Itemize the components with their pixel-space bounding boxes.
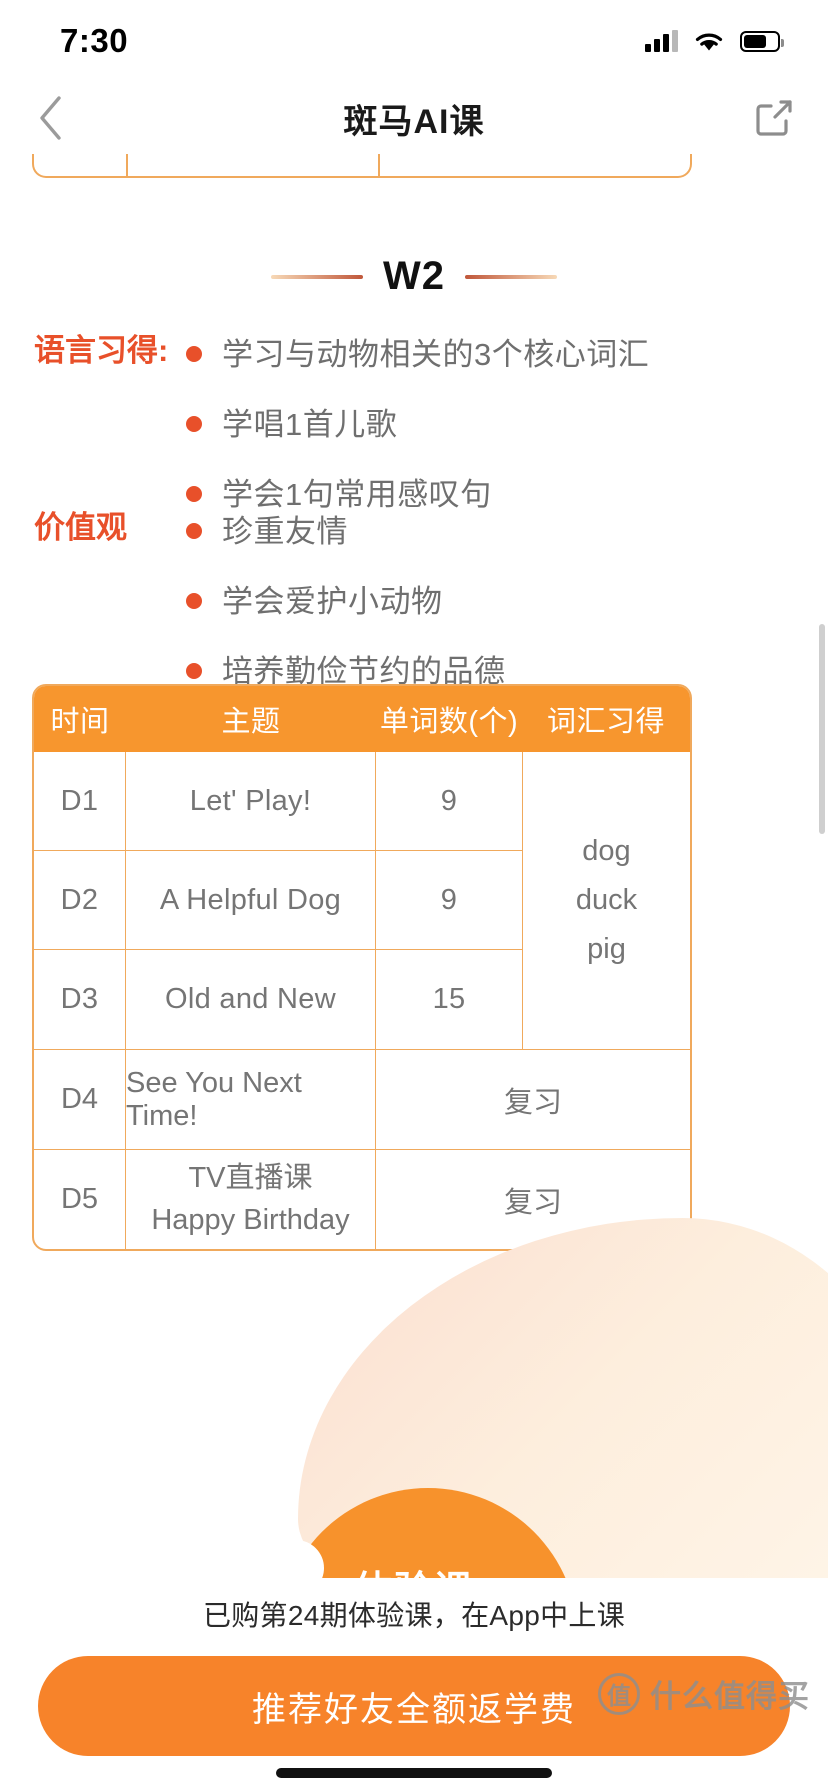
column-header-topic: 主题 xyxy=(221,706,281,738)
status-bar: 7:30 xyxy=(0,0,828,82)
section-bullet-list: 学习与动物相关的3个核心词汇 学唱1首儿歌 学会1句常用感叹句 xyxy=(186,332,828,516)
bullet-dot-icon xyxy=(186,662,202,679)
navigation-bar: 斑马AI课 xyxy=(0,82,828,154)
bullet-dot-icon xyxy=(186,523,202,539)
cell-day: D2 xyxy=(34,851,126,949)
section-heading: 价值观 xyxy=(34,510,127,545)
watermark: 值 什么值得买 xyxy=(598,1671,810,1716)
table-row: D2 A Helpful Dog 9 xyxy=(34,851,522,950)
cell-day: D5 xyxy=(34,1150,126,1249)
page-title: 斑马AI课 xyxy=(343,102,485,141)
list-item-label: 学会爱护小动物 xyxy=(222,583,443,619)
bullet-dot-icon xyxy=(186,485,202,502)
cellular-bars-icon xyxy=(645,30,678,52)
table-left-columns: D1 Let' Play! 9 D2 A Helpful Dog 9 D3 Ol… xyxy=(34,752,522,1049)
share-button[interactable] xyxy=(748,92,800,144)
vocabulary-word: dog xyxy=(582,835,631,867)
status-bar-time: 7:30 xyxy=(60,22,129,59)
vocabulary-word: duck xyxy=(575,884,638,916)
cell-word-count: 9 xyxy=(440,883,458,916)
vocabulary-word: pig xyxy=(587,933,626,965)
list-item-label: 珍重友情 xyxy=(222,514,348,549)
column-header-word-count: 单词数(个) xyxy=(379,706,519,738)
bullet-dot-icon xyxy=(186,592,202,609)
watermark-badge-icon: 值 xyxy=(598,1672,640,1715)
section-language-acquisition: 语言习得: 学习与动物相关的3个核心词汇 学唱1首儿歌 学会1句常用感叹句 xyxy=(0,332,828,516)
cell-word-count: 9 xyxy=(440,784,458,817)
cell-topic-line2: Happy Birthday xyxy=(151,1203,350,1236)
home-indicator xyxy=(276,1768,552,1778)
watermark-label: 什么值得买 xyxy=(650,1679,810,1714)
week-label: W2 xyxy=(383,254,445,298)
table-row: D3 Old and New 15 xyxy=(34,950,522,1049)
divider-line-right xyxy=(465,274,557,279)
scroll-content[interactable]: W2 语言习得: 学习与动物相关的3个核心词汇 学唱1首儿歌 学会1句常用感叹句 xyxy=(0,154,828,1578)
status-bar-icons xyxy=(645,29,784,54)
section-heading: 语言习得: xyxy=(34,333,169,368)
list-item: 珍重友情 xyxy=(186,511,828,553)
list-item: 学习与动物相关的3个核心词汇 xyxy=(186,334,828,376)
list-item-label: 学习与动物相关的3个核心词汇 xyxy=(222,337,650,372)
section-bullet-list: 珍重友情 学会爱护小动物 培养勤俭节约的品德 xyxy=(186,509,828,693)
divider-line-left xyxy=(271,274,363,279)
cell-topic: A Helpful Dog xyxy=(126,851,376,949)
cell-day: D1 xyxy=(34,752,126,850)
chevron-left-icon xyxy=(40,96,61,140)
table-row: D4 See You Next Time! 复习 xyxy=(34,1049,690,1149)
app-screen: 7:30 斑马AI课 W2 语言习得: 学习与动物相关的3个核心词汇 学唱1首儿… xyxy=(0,0,828,1792)
back-button[interactable] xyxy=(26,93,76,143)
list-item: 学唱1首儿歌 xyxy=(186,404,828,446)
table-header-row: 时间 主题 单词数(个) 词汇习得 xyxy=(34,686,690,752)
battery-icon xyxy=(740,30,784,52)
table-row: D1 Let' Play! 9 xyxy=(34,752,522,851)
list-item-label: 学唱1首儿歌 xyxy=(222,406,398,442)
cell-topic: Old and New xyxy=(126,950,376,1049)
bullet-dot-icon xyxy=(186,415,202,432)
cell-topic-line1: TV直播课 xyxy=(188,1161,313,1194)
table-body-upper: D1 Let' Play! 9 D2 A Helpful Dog 9 D3 Ol… xyxy=(34,752,690,1049)
weekly-schedule-table: 时间 主题 单词数(个) 词汇习得 D1 Let' Play! 9 D2 A H… xyxy=(32,684,692,1251)
cell-topic: Let' Play! xyxy=(126,752,376,850)
vertical-scrollbar[interactable] xyxy=(819,624,825,834)
cell-topic: TV直播课 Happy Birthday xyxy=(126,1150,376,1249)
wifi-icon xyxy=(695,32,723,50)
purchase-status-note: 已购第24期体验课，在App中上课 xyxy=(202,1600,626,1631)
list-item: 学会爱护小动物 xyxy=(186,581,828,623)
section-values: 价值观 珍重友情 学会爱护小动物 培养勤俭节约的品德 xyxy=(0,509,828,693)
cell-day: D3 xyxy=(34,950,126,1049)
column-header-time: 时间 xyxy=(50,706,110,738)
cell-word-count: 15 xyxy=(432,983,466,1015)
share-external-icon xyxy=(756,100,792,136)
column-header-vocabulary: 词汇习得 xyxy=(546,706,665,738)
promo-blob-label: 体验课 xyxy=(0,1559,828,1578)
cell-day: D4 xyxy=(34,1050,126,1149)
previous-week-table-fragment xyxy=(32,154,692,178)
bullet-dot-icon xyxy=(186,346,202,362)
week-divider: W2 xyxy=(0,254,828,299)
cell-review-note: 复习 xyxy=(503,1086,562,1119)
cell-vocabulary-list: dog duck pig xyxy=(522,752,690,1049)
cell-topic: See You Next Time! xyxy=(126,1050,376,1149)
